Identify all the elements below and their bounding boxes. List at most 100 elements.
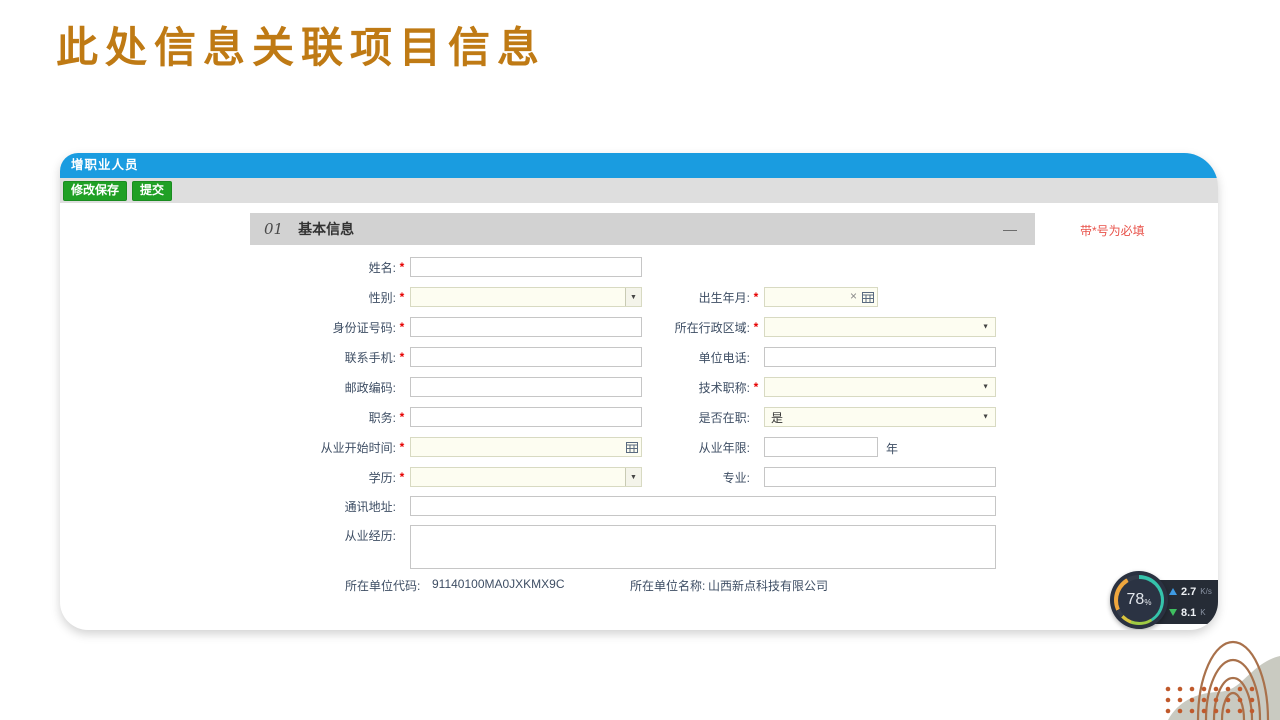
window-title: 增职业人员 [60, 153, 139, 178]
upload-unit: K/s [1200, 587, 1212, 596]
required-star: * [750, 290, 762, 304]
form-row: 通讯地址: [60, 496, 1218, 516]
position-label-group: 职务:* [238, 407, 408, 427]
address-label: 通讯地址: [345, 498, 396, 515]
id-number-label: 身份证号码: [333, 319, 396, 336]
form-row: 从业开始时间:* 从业年限: 年 [60, 437, 1218, 457]
window-titlebar: 增职业人员 [60, 153, 1218, 178]
name-input[interactable] [410, 257, 642, 277]
required-star: * [396, 290, 408, 304]
years-suffix: 年 [886, 440, 898, 457]
form-row: 联系手机:* 单位电话: [60, 347, 1218, 367]
postcode-label-group: 邮政编码: [238, 377, 408, 397]
major-label-group: 专业: [592, 467, 762, 487]
page-title: 此处信息关联项目信息 [56, 14, 546, 75]
form-row: 身份证号码:* 所在行政区域:* ▼ [60, 317, 1218, 337]
save-button[interactable]: 修改保存 [63, 181, 127, 201]
download-arrow-icon [1169, 609, 1177, 616]
required-star: * [396, 350, 408, 364]
years-label: 从业年限: [699, 439, 750, 456]
address-label-group: 通讯地址: [238, 496, 408, 516]
required-star: * [396, 470, 408, 484]
form-row: 从业经历: [60, 525, 1218, 569]
region-select[interactable]: ▼ [764, 317, 996, 337]
chevron-down-icon: ▼ [982, 324, 989, 331]
birth-date-input[interactable]: × [764, 287, 878, 307]
gender-label: 性别: [369, 289, 396, 306]
position-label: 职务: [369, 409, 396, 426]
download-speed: 8.1 [1181, 607, 1196, 619]
section-header: 01 基本信息 — [250, 213, 1035, 245]
start-time-label: 从业开始时间: [321, 439, 396, 456]
employed-label-group: 是否在职: [592, 407, 762, 427]
unit-code-label: 所在单位代码: [345, 577, 420, 594]
gender-label-group: 性别:* [238, 287, 408, 307]
form-row: 职务:* 是否在职: 是 ▼ [60, 407, 1218, 427]
chevron-down-icon: ▼ [982, 414, 989, 421]
form-row: 姓名:* [60, 257, 1218, 277]
percent-sign: % [1144, 598, 1151, 607]
education-label: 学历: [369, 469, 396, 486]
clear-icon[interactable]: × [850, 289, 857, 303]
chevron-down-icon: ▼ [982, 384, 989, 391]
required-star: * [750, 320, 762, 334]
mobile-label-group: 联系手机:* [238, 347, 408, 367]
birth-label-group: 出生年月:* [592, 287, 762, 307]
required-note: 带*号为必填 [1080, 222, 1145, 239]
required-star: * [396, 260, 408, 274]
education-label-group: 学历:* [238, 467, 408, 487]
select-value: 是 [769, 409, 783, 426]
tech-title-label-group: 技术职称:* [592, 377, 762, 397]
unit-phone-input[interactable] [764, 347, 996, 367]
address-input[interactable] [410, 496, 996, 516]
postcode-label: 邮政编码: [345, 379, 396, 396]
upload-row: 2.7 K/s [1169, 581, 1218, 602]
id-number-label-group: 身份证号码:* [238, 317, 408, 337]
unit-name-label: 所在单位名称: [630, 577, 705, 594]
toolbar: 修改保存 提交 [60, 178, 1218, 203]
gray-blob-shape [1168, 656, 1280, 720]
form-row: 学历:* ▼ 专业: [60, 467, 1218, 487]
percent-core: 78 % [1118, 579, 1161, 622]
section-number: 01 [264, 220, 283, 238]
name-label: 姓名: [369, 259, 396, 276]
mobile-label: 联系手机: [345, 349, 396, 366]
experience-textarea[interactable] [410, 525, 996, 569]
section-title: 基本信息 [298, 219, 354, 239]
unit-name-value: 山西新点科技有限公司 [708, 577, 828, 594]
employed-label: 是否在职: [699, 409, 750, 426]
download-unit: K [1200, 608, 1205, 617]
region-label: 所在行政区域: [675, 319, 750, 336]
years-label-group: 从业年限: [592, 437, 762, 457]
start-time-label-group: 从业开始时间:* [238, 437, 408, 457]
calendar-icon[interactable] [862, 291, 874, 303]
upload-arrow-icon [1169, 588, 1177, 595]
percent-value: 78 [1127, 591, 1145, 609]
birth-label: 出生年月: [699, 289, 750, 306]
required-star: * [396, 410, 408, 424]
unit-code-value: 91140100MA0JXKMX9C [432, 577, 565, 591]
years-input[interactable] [764, 437, 878, 457]
unit-phone-label-group: 单位电话: [592, 347, 762, 367]
form-row: 性别:* ▼ 出生年月:* × [60, 287, 1218, 307]
employed-select[interactable]: 是 ▼ [764, 407, 996, 427]
experience-label-group: 从业经历: [238, 525, 408, 545]
submit-button[interactable]: 提交 [132, 181, 172, 201]
collapse-icon[interactable]: — [1003, 221, 1017, 237]
tech-title-label: 技术职称: [699, 379, 750, 396]
corner-decoration [1140, 630, 1280, 720]
app-window: 增职业人员 修改保存 提交 01 基本信息 — 带*号为必填 姓名:* [60, 153, 1218, 630]
download-row: 8.1 K [1169, 602, 1218, 623]
major-input[interactable] [764, 467, 996, 487]
upload-speed: 2.7 [1181, 586, 1196, 598]
region-label-group: 所在行政区域:* [592, 317, 762, 337]
required-star: * [396, 440, 408, 454]
memory-percent-ball[interactable]: 78 % [1110, 571, 1168, 629]
tech-title-select[interactable]: ▼ [764, 377, 996, 397]
experience-label: 从业经历: [345, 527, 396, 544]
form-content: 01 基本信息 — 带*号为必填 姓名:* 性别:* ▼ [60, 203, 1218, 630]
required-star: * [396, 320, 408, 334]
slide: 此处信息关联项目信息 增职业人员 修改保存 提交 01 基本信息 — 带*号为必… [0, 0, 1280, 720]
progress-ring: 78 % [1114, 575, 1164, 625]
required-star: * [750, 380, 762, 394]
